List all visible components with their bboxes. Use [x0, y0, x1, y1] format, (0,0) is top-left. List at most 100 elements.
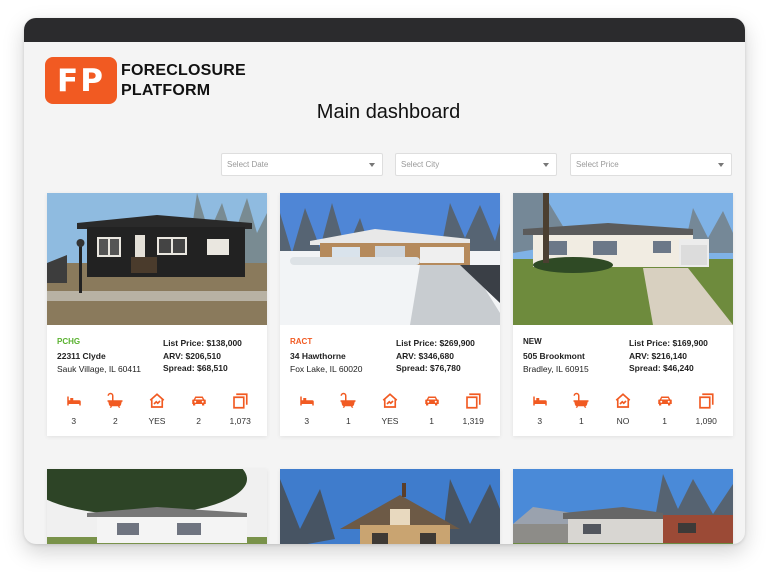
property-photo[interactable]: [47, 469, 267, 544]
garage-count: 1: [429, 416, 434, 426]
baths-feature: 1: [561, 385, 603, 435]
page-title: Main dashboard: [316, 101, 461, 123]
baths-count: 1: [346, 416, 351, 426]
beds-count: 3: [304, 416, 310, 426]
listing-card[interactable]: RACT 34 Hawthorne Fox Lake, IL 60020 Lis…: [280, 193, 500, 436]
logo-mark: FP: [45, 57, 117, 104]
garage-count: 2: [196, 416, 201, 426]
bathtub-icon: [340, 392, 356, 408]
property-photo[interactable]: [47, 193, 267, 325]
bed-icon: [533, 396, 547, 406]
beds-feature: 3: [286, 385, 328, 435]
listing-address: 22311 Clyde: [57, 351, 106, 361]
spread-value: Spread: $76,780: [396, 363, 461, 374]
listing-prices: List Price: $269,900 ARV: $346,680 Sprea…: [396, 337, 475, 375]
basement-value: YES: [148, 416, 166, 426]
logo-text: FORECLOSURE PLATFORM: [121, 61, 246, 101]
browser-frame: FP FORECLOSURE PLATFORM Main dashboard S…: [24, 18, 745, 544]
city-select-placeholder: Select City: [401, 160, 440, 169]
basement-feature: NO: [602, 385, 644, 435]
garage-feature: 1: [411, 385, 453, 435]
spread-value: Spread: $68,510: [163, 363, 228, 374]
basement-feature: YES: [369, 385, 411, 435]
basement-value: NO: [616, 416, 630, 426]
list-price: List Price: $138,000: [163, 338, 242, 348]
listing-card[interactable]: [513, 469, 733, 544]
house-basement-icon: [382, 393, 398, 408]
baths-feature: 2: [95, 385, 137, 435]
feature-row: 3 1 NO 1 1,090: [513, 385, 733, 435]
window-top-bar: [24, 18, 745, 42]
listing-prices: List Price: $169,900 ARV: $216,140 Sprea…: [629, 337, 708, 375]
bathtub-icon: [573, 392, 589, 408]
basement-value: YES: [381, 416, 399, 426]
logo-line-1: FORECLOSURE: [121, 61, 246, 79]
beds-feature: 3: [53, 385, 95, 435]
beds-count: 3: [537, 416, 543, 426]
date-select[interactable]: Select Date: [221, 153, 383, 176]
car-icon: [657, 396, 672, 406]
spread-value: Spread: $46,240: [629, 363, 694, 374]
logo-line-2: PLATFORM: [121, 81, 211, 99]
status-badge: NEW: [523, 337, 542, 346]
status-badge: PCHG: [57, 337, 81, 346]
bathtub-icon: [107, 392, 123, 408]
garage-count: 1: [662, 416, 667, 426]
property-photo[interactable]: [513, 193, 733, 325]
beds-count: 3: [71, 416, 77, 426]
list-price: List Price: $269,900: [396, 338, 475, 348]
date-select-placeholder: Select Date: [227, 160, 269, 169]
floor-plan-icon: [699, 393, 714, 409]
sqft-feature: 1,073: [219, 385, 261, 435]
listing-card[interactable]: NEW 505 Brookmont Bradley, IL 60915 List…: [513, 193, 733, 436]
bed-icon: [300, 396, 314, 406]
listing-city: Sauk Village, IL 60411: [57, 364, 141, 374]
listing-city: Bradley, IL 60915: [523, 364, 589, 374]
listing-city: Fox Lake, IL 60020: [290, 364, 363, 374]
floor-plan-icon: [466, 393, 481, 409]
sqft-feature: 1,319: [452, 385, 494, 435]
feature-row: 3 1 YES 1 1,319: [280, 385, 500, 435]
listing-info: PCHG 22311 Clyde Sauk Village, IL 60411 …: [47, 325, 267, 385]
car-icon: [191, 396, 206, 406]
property-photo[interactable]: [513, 469, 733, 544]
arv-value: ARV: $206,510: [163, 350, 221, 361]
property-photo[interactable]: [280, 193, 500, 325]
garage-feature: 2: [178, 385, 220, 435]
baths-count: 2: [113, 416, 118, 426]
beds-feature: 3: [519, 385, 561, 435]
price-select-placeholder: Select Price: [576, 160, 619, 169]
baths-feature: 1: [328, 385, 370, 435]
listing-info: RACT 34 Hawthorne Fox Lake, IL 60020 Lis…: [280, 325, 500, 385]
baths-count: 1: [579, 416, 584, 426]
house-basement-icon: [149, 393, 165, 408]
sqft-value: 1,319: [462, 416, 484, 426]
floor-plan-icon: [233, 393, 248, 409]
listing-card[interactable]: [47, 469, 267, 544]
chevron-down-icon: [543, 163, 549, 167]
arv-value: ARV: $216,140: [629, 350, 687, 361]
house-basement-icon: [615, 393, 631, 408]
sqft-value: 1,090: [695, 416, 717, 426]
property-photo[interactable]: [280, 469, 500, 544]
listing-address: 34 Hawthorne: [290, 351, 346, 361]
bed-icon: [67, 396, 81, 406]
sqft-feature: 1,090: [685, 385, 727, 435]
list-price: List Price: $169,900: [629, 338, 708, 348]
listing-card[interactable]: PCHG 22311 Clyde Sauk Village, IL 60411 …: [47, 193, 267, 436]
city-select[interactable]: Select City: [395, 153, 557, 176]
chevron-down-icon: [718, 163, 724, 167]
feature-row: 3 2 YES 2 1,073: [47, 385, 267, 435]
car-icon: [424, 396, 439, 406]
brand-logo[interactable]: FP FORECLOSURE PLATFORM: [45, 57, 246, 104]
sqft-value: 1,073: [229, 416, 251, 426]
listing-address: 505 Brookmont: [523, 351, 585, 361]
chevron-down-icon: [369, 163, 375, 167]
status-badge: RACT: [290, 337, 313, 346]
price-select[interactable]: Select Price: [570, 153, 732, 176]
arv-value: ARV: $346,680: [396, 350, 454, 361]
listing-card[interactable]: [280, 469, 500, 544]
garage-feature: 1: [644, 385, 686, 435]
listing-prices: List Price: $138,000 ARV: $206,510 Sprea…: [163, 337, 242, 375]
basement-feature: YES: [136, 385, 178, 435]
